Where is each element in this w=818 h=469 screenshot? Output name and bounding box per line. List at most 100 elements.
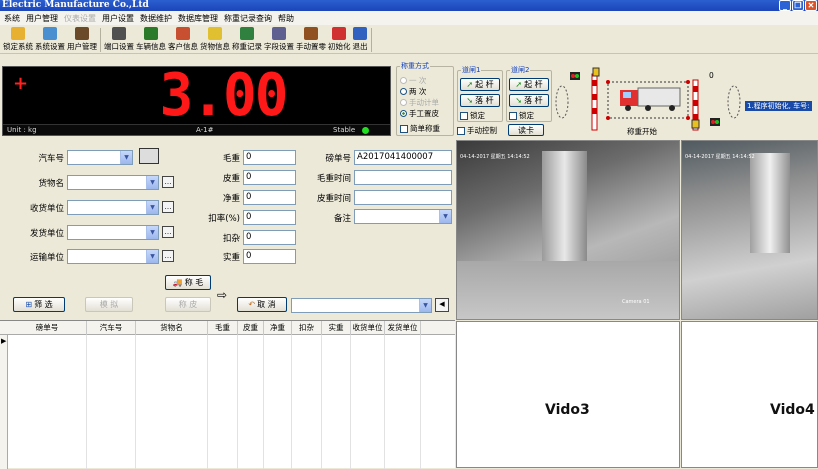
goods-label: 货物名	[38, 179, 64, 189]
video-panel-4[interactable]: Vido4	[681, 321, 818, 468]
goods-more-button[interactable]: …	[162, 176, 174, 188]
impurity-field[interactable]: 0	[243, 230, 296, 245]
toolbar-goods-button[interactable]: 货物信息	[199, 25, 231, 54]
toolbar-customers-button[interactable]: 客户信息	[167, 25, 199, 54]
toolbar-settings-button[interactable]: 系统设置	[34, 25, 66, 54]
mode-manual-tare-radio[interactable]: 手工置皮	[400, 108, 439, 119]
column-header[interactable]: 实重	[322, 321, 351, 335]
column-header[interactable]: 皮重	[238, 321, 264, 335]
tare-field[interactable]: 0	[243, 170, 296, 185]
toolbar-port-button[interactable]: 端口设置	[103, 25, 135, 54]
column-header[interactable]: 货物名	[136, 321, 208, 335]
toolbar-records-button[interactable]: 称重记录	[231, 25, 263, 54]
tare-weigh-button[interactable]: 称 皮	[165, 297, 211, 312]
sender-more-button[interactable]: …	[162, 226, 174, 238]
chevron-down-icon[interactable]: ▼	[146, 201, 158, 214]
gross-weigh-button[interactable]: 🚚 称 毛	[165, 275, 211, 290]
minimize-button[interactable]: _	[779, 0, 791, 11]
toolbar-init-button[interactable]: 初始化	[327, 25, 352, 54]
table-column	[264, 335, 292, 469]
net-field[interactable]: 0	[243, 190, 296, 205]
toolbar-exit-button[interactable]: 退出	[352, 25, 369, 54]
carrier-combo[interactable]: ▼	[67, 249, 159, 264]
simple-weigh-checkbox[interactable]: 简单称重	[400, 123, 440, 134]
table-column	[8, 335, 87, 469]
restore-button[interactable]: ❐	[792, 0, 804, 11]
toolbar-field-button[interactable]: 字段设置	[263, 25, 295, 54]
chevron-down-icon[interactable]: ▼	[146, 250, 158, 263]
gross-field[interactable]: 0	[243, 150, 296, 165]
deduct-rate-field[interactable]: 0	[243, 210, 296, 225]
chevron-down-icon[interactable]: ▼	[419, 299, 431, 312]
read-card-button[interactable]: 读卡	[508, 124, 544, 136]
chevron-down-icon[interactable]: ▼	[439, 210, 451, 223]
speaker-icon[interactable]: ◀	[435, 298, 449, 312]
toolbar-zero-button[interactable]: 手动置零	[295, 25, 327, 54]
chevron-down-icon[interactable]: ▼	[146, 226, 158, 239]
keyboard-icon[interactable]	[139, 148, 159, 164]
menu-user-settings[interactable]: 用户设置	[99, 13, 137, 24]
carrier-more-button[interactable]: …	[162, 250, 174, 262]
close-button[interactable]: ✕	[805, 0, 817, 11]
column-header[interactable]: 扣杂	[292, 321, 322, 335]
toolbar-truck-button[interactable]: 车辆信息	[135, 25, 167, 54]
gate1-lock-checkbox[interactable]: 锁定	[460, 110, 485, 121]
table-column	[208, 335, 238, 469]
cancel-button[interactable]: ↶ 取 消	[237, 297, 287, 312]
device-select[interactable]: ▼	[291, 298, 432, 313]
remark-combo[interactable]: ▼	[354, 209, 452, 224]
gate2-raise-button[interactable]: ➚ 起 杆	[509, 78, 549, 91]
gross-time-field[interactable]	[354, 170, 452, 185]
menu-data-maintenance[interactable]: 数据维护	[137, 13, 175, 24]
gate1-raise-button[interactable]: ➚ 起 杆	[460, 78, 500, 91]
table-column	[322, 335, 351, 469]
sender-combo[interactable]: ▼	[67, 225, 159, 240]
port-icon	[112, 27, 126, 40]
video-panel-2[interactable]: 04-14-2017 星期五 14:14:52	[681, 140, 818, 320]
toolbar-label: 手动置零	[296, 42, 326, 51]
gate2-lower-button[interactable]: ➘ 落 杆	[509, 94, 549, 107]
ticket-no-field[interactable]: A2017041400007	[354, 150, 452, 165]
toolbar-user-button[interactable]: 用户管理	[66, 25, 98, 54]
menu-user-management[interactable]: 用户管理	[23, 13, 61, 24]
row-gutter	[0, 335, 8, 469]
receiver-more-button[interactable]: …	[162, 201, 174, 213]
mode-manual-ticket-radio[interactable]: 手动计单	[400, 97, 439, 108]
truck-icon	[144, 27, 158, 40]
column-header[interactable]: 收货单位	[351, 321, 385, 335]
column-header[interactable]: 毛重	[208, 321, 238, 335]
gate2-lock-checkbox[interactable]: 锁定	[509, 110, 534, 121]
display-status-bar: Unit : kg A-1# Stable	[3, 124, 390, 135]
menu-instrument-settings[interactable]: 仪表设置	[61, 13, 99, 24]
plate-combo[interactable]: ▼	[67, 150, 133, 165]
column-header[interactable]: 磅单号	[8, 321, 87, 335]
simulate-button[interactable]: 模 拟	[85, 297, 133, 312]
mode-twice-radio[interactable]: 两 次	[400, 86, 426, 97]
menu-database-management[interactable]: 数据库管理	[175, 13, 221, 24]
goods-combo[interactable]: ▼	[67, 175, 159, 190]
column-header[interactable]: 净重	[264, 321, 292, 335]
filter-button[interactable]: ⊞ 筛 选	[13, 297, 65, 312]
toolbar-lock-button[interactable]: 锁定系统	[2, 25, 34, 54]
menu-help[interactable]: 帮助	[275, 13, 297, 24]
sign-indicator: +	[13, 73, 29, 94]
chevron-down-icon[interactable]: ▼	[120, 151, 132, 164]
column-header[interactable]: 汽车号	[87, 321, 136, 335]
actual-weight-field[interactable]: 0	[243, 249, 296, 264]
chevron-down-icon[interactable]: ▼	[146, 176, 158, 189]
sensor-right-icon	[727, 85, 741, 119]
gate1-lower-button[interactable]: ➘ 落 杆	[460, 94, 500, 107]
mode-once-radio[interactable]: 一 次	[400, 75, 426, 86]
menu-weighing-query[interactable]: 称重记录查询	[221, 13, 275, 24]
receiver-combo[interactable]: ▼	[67, 200, 159, 215]
tare-time-field[interactable]	[354, 190, 452, 205]
manual-control-checkbox[interactable]: 手动控制	[457, 125, 497, 136]
column-header[interactable]: 发货单位	[385, 321, 421, 335]
video-panel-1[interactable]: 04-14-2017 星期五 14:14:52 Camera 01	[456, 140, 680, 320]
exit-icon	[353, 27, 367, 40]
scene-status-caption: 称重开始	[627, 127, 657, 136]
table-column	[292, 335, 322, 469]
menu-system[interactable]: 系统	[1, 13, 23, 24]
video-panel-3[interactable]: Vido3	[456, 321, 680, 468]
records-table[interactable]: 磅单号 汽车号 货物名 毛重 皮重 净重 扣杂 实重 收货单位 发货单位 ▶	[0, 320, 455, 469]
